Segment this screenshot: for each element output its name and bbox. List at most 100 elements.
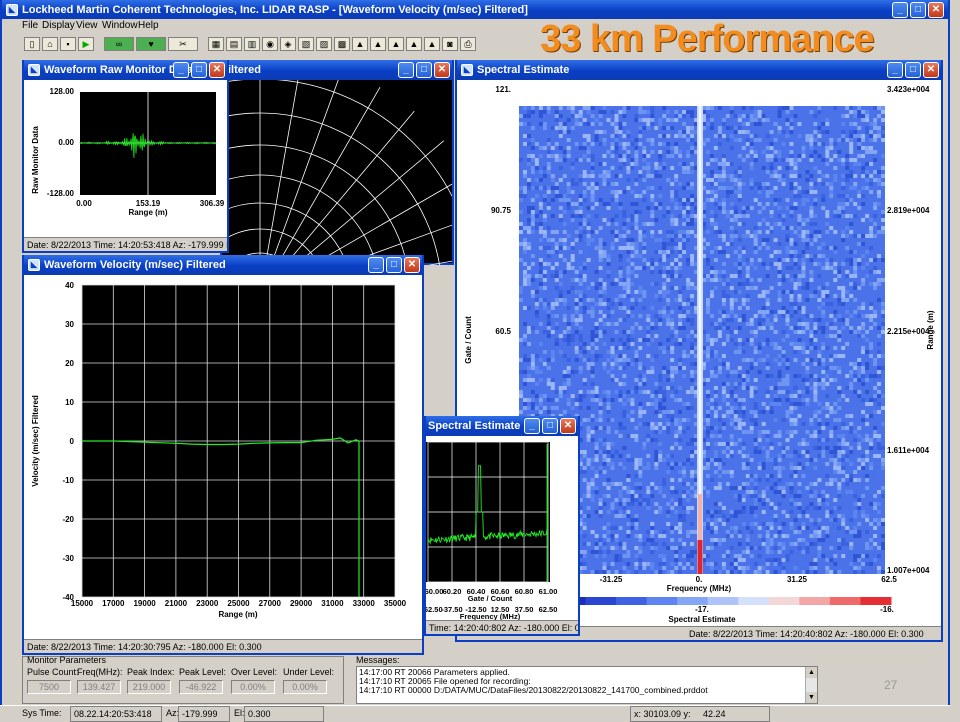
heatmap-cell	[603, 398, 607, 402]
heatmap-cell	[766, 390, 770, 394]
polar-close-button[interactable]: ✕	[434, 62, 450, 78]
heatmap-cell	[817, 526, 821, 530]
heatmap-cell	[857, 366, 861, 370]
heatmap-cell	[674, 514, 678, 518]
velocity-title-bar[interactable]: ◣ Waveform Velocity (m/sec) Filtered _ □…	[24, 255, 422, 275]
spectrum-icon[interactable]: ▨	[316, 37, 332, 51]
heatmap-cell	[523, 106, 527, 110]
velocity-close-button[interactable]: ✕	[404, 257, 420, 273]
heatmap-cell	[543, 278, 547, 282]
profile-icon[interactable]: ▩	[334, 37, 350, 51]
heatmap-cell	[857, 330, 861, 334]
trigger-icon[interactable]: ♥	[136, 37, 166, 51]
heatmap-cell	[837, 138, 841, 142]
heatmap-cell	[758, 182, 762, 186]
heatmap-cell	[710, 538, 714, 542]
spectral-title-bar[interactable]: ◣ Spectral Estimate _ □ ✕	[457, 60, 941, 80]
heatmap-cell	[722, 298, 726, 302]
heatmap-cell	[678, 230, 682, 234]
heatmap-cell	[650, 526, 654, 530]
heatmap-cell	[865, 474, 869, 478]
spectral-close-button[interactable]: ✕	[923, 62, 939, 78]
polar-minimize-button[interactable]: _	[398, 62, 414, 78]
heatmap-cell	[523, 238, 527, 242]
menu-help[interactable]: Help	[138, 20, 159, 32]
heatmap-cell	[603, 342, 607, 346]
lamp-icon[interactable]: ▲	[370, 37, 386, 51]
heatmap-cell	[873, 122, 877, 126]
heatmap-cell	[634, 218, 638, 222]
small-maximize-button[interactable]: □	[542, 418, 558, 434]
heatmap-cell	[690, 202, 694, 206]
table-icon[interactable]: ▥	[244, 37, 260, 51]
menu-file[interactable]: File	[22, 20, 38, 32]
map-icon[interactable]: ◈	[280, 37, 296, 51]
heatmap-cell	[865, 214, 869, 218]
heatmap-cell	[626, 334, 630, 338]
heatmap-cell	[607, 522, 611, 526]
menu-view[interactable]: View	[76, 20, 98, 32]
velocity-minimize-button[interactable]: _	[368, 257, 384, 273]
lamp-icon[interactable]: ▲	[424, 37, 440, 51]
lamp-icon[interactable]: ▲	[388, 37, 404, 51]
heatmap-cell	[611, 394, 615, 398]
maximize-button[interactable]: □	[910, 2, 926, 18]
tools-icon[interactable]: ✂	[168, 37, 198, 51]
velocity-maximize-button[interactable]: □	[386, 257, 402, 273]
heatmap-cell	[817, 318, 821, 322]
heatmap-cell	[790, 130, 794, 134]
heatmap-cell	[730, 106, 734, 110]
camera-icon[interactable]: ◙	[442, 37, 458, 51]
print-icon[interactable]: ⎙	[460, 37, 476, 51]
grid-icon[interactable]: ▤	[226, 37, 242, 51]
heatmap-cell	[837, 434, 841, 438]
raw-monitor-title-bar[interactable]: ◣ Waveform Raw Monitor Data _ □ ✕	[24, 60, 227, 80]
lamp-icon[interactable]: ▲	[352, 37, 368, 51]
heatmap-cell	[802, 522, 806, 526]
menu-display[interactable]: Display	[42, 20, 75, 32]
heatmap-cell	[861, 570, 865, 574]
heatmap-cell	[782, 290, 786, 294]
binoculars-icon[interactable]: ∞	[104, 37, 134, 51]
app-title-bar[interactable]: ◣ Lockheed Martin Coherent Technologies,…	[2, 0, 948, 19]
heatmap-cell	[650, 306, 654, 310]
raw-close-button[interactable]: ✕	[209, 62, 225, 78]
heatmap-cell	[670, 530, 674, 534]
heatmap-cell	[587, 330, 591, 334]
raw-minimize-button[interactable]: _	[173, 62, 189, 78]
polar-title-bar[interactable]: iltered _ □ ✕	[222, 60, 452, 80]
heatmap-cell	[535, 366, 539, 370]
heatmap-cell	[583, 190, 587, 194]
spectral-minimize-button[interactable]: _	[887, 62, 903, 78]
heatmap-cell	[539, 222, 543, 226]
heatmap-cell	[690, 214, 694, 218]
heatmap-cell	[670, 146, 674, 150]
polar-maximize-button[interactable]: □	[416, 62, 432, 78]
heatmap-cell	[802, 402, 806, 406]
heatmap-cell	[523, 382, 527, 386]
heatmap-cell	[626, 330, 630, 334]
heatmap-cell	[837, 418, 841, 422]
heatmap-cell	[646, 390, 650, 394]
raw-maximize-button[interactable]: □	[191, 62, 207, 78]
heatmap-cell	[821, 358, 825, 362]
heatmap-cell	[849, 474, 853, 478]
heatmap-cell	[527, 206, 531, 210]
minimize-button[interactable]: _	[892, 2, 908, 18]
small-minimize-button[interactable]: _	[524, 418, 540, 434]
close-button[interactable]: ✕	[928, 2, 944, 18]
save-icon[interactable]: ▪	[60, 37, 76, 51]
menu-window[interactable]: Window	[102, 20, 138, 32]
scope-icon[interactable]: ◉	[262, 37, 278, 51]
open-icon[interactable]: ⌂	[42, 37, 58, 51]
small-close-button[interactable]: ✕	[560, 418, 576, 434]
new-icon[interactable]: ▯	[24, 37, 40, 51]
small-spectral-title-bar[interactable]: Spectral Estimate _ □ ✕	[426, 416, 578, 436]
heatmap-cell	[686, 322, 690, 326]
plot-icon[interactable]: ▧	[298, 37, 314, 51]
play-icon[interactable]: ▶	[78, 37, 94, 51]
lamp-icon[interactable]: ▲	[406, 37, 422, 51]
chart-icon[interactable]: ▦	[208, 37, 224, 51]
heatmap-cell	[865, 434, 869, 438]
spectral-maximize-button[interactable]: □	[905, 62, 921, 78]
